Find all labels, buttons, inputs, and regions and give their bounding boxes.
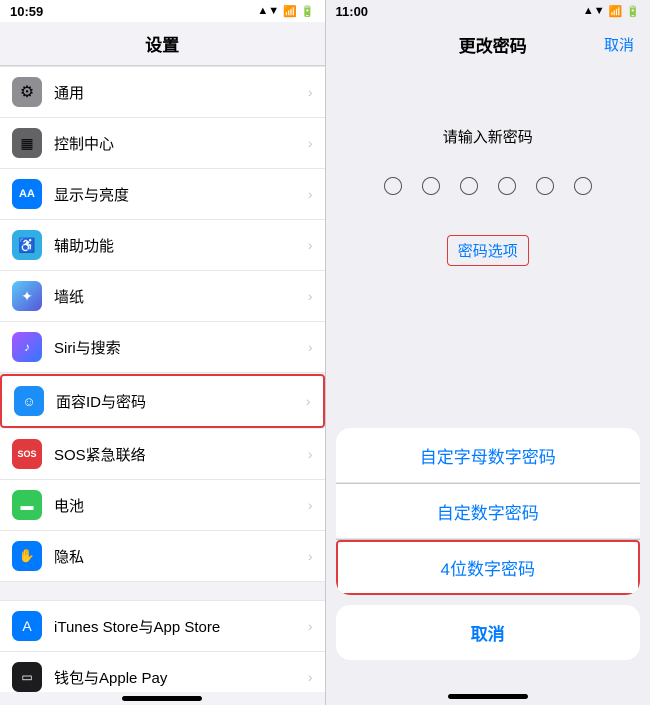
settings-item-control[interactable]: ▦ 控制中心 › — [0, 118, 325, 169]
right-signal-icon: ▲▼ — [583, 5, 605, 18]
settings-item-display[interactable]: AA 显示与亮度 › — [0, 169, 325, 220]
dot-5 — [536, 177, 554, 195]
left-status-bar: 10:59 ▲▼ 📶 🔋 — [0, 0, 325, 22]
siri-icon: ♪ — [12, 332, 42, 362]
dot-4 — [498, 177, 516, 195]
settings-item-privacy[interactable]: ✋ 隐私 › — [0, 531, 325, 582]
right-cancel-button[interactable]: 取消 — [604, 34, 634, 55]
settings-item-battery[interactable]: ▬ 电池 › — [0, 480, 325, 531]
wallet-icon: ▭ — [12, 662, 42, 692]
wifi-icon: 📶 — [283, 5, 297, 18]
settings-group-2: A iTunes Store与App Store › ▭ 钱包与Apple Pa… — [0, 600, 325, 692]
battery-label: 电池 — [54, 495, 308, 516]
action-custom-alpha[interactable]: 自定字母数字密码 — [336, 428, 641, 483]
action-sheet-main: 自定字母数字密码 自定数字密码 4位数字密码 — [336, 428, 641, 595]
dot-3 — [460, 177, 478, 195]
signal-icon: ▲▼ — [257, 5, 279, 17]
left-home-indicator — [122, 696, 202, 701]
right-wifi-icon: 📶 — [609, 5, 623, 18]
action-sheet: 自定字母数字密码 自定数字密码 4位数字密码 取消 — [336, 428, 641, 660]
privacy-chevron: › — [308, 548, 313, 564]
action-4digit[interactable]: 4位数字密码 — [336, 540, 641, 595]
battery-icon: 🔋 — [301, 5, 315, 18]
sos-chevron: › — [308, 446, 313, 462]
privacy-icon: ✋ — [12, 541, 42, 571]
wallet-label: 钱包与Apple Pay — [54, 667, 308, 688]
right-nav-title: 更改密码 — [459, 32, 527, 57]
action-4digit-label: 4位数字密码 — [441, 555, 535, 580]
wallpaper-chevron: › — [308, 288, 313, 304]
control-chevron: › — [308, 135, 313, 151]
display-chevron: › — [308, 186, 313, 202]
settings-item-wallet[interactable]: ▭ 钱包与Apple Pay › — [0, 652, 325, 692]
battery-icon-item: ▬ — [12, 490, 42, 520]
wallpaper-label: 墙纸 — [54, 286, 308, 307]
appstore-chevron: › — [308, 618, 313, 634]
general-icon: ⚙ — [12, 77, 42, 107]
wallpaper-icon: ✦ — [12, 281, 42, 311]
right-home-indicator — [448, 694, 528, 699]
right-battery-icon: 🔋 — [626, 5, 640, 18]
action-custom-alpha-label: 自定字母数字密码 — [420, 443, 556, 468]
passcode-dots — [384, 177, 592, 195]
privacy-label: 隐私 — [54, 546, 308, 567]
accessibility-chevron: › — [308, 237, 313, 253]
action-cancel-button[interactable]: 取消 — [336, 605, 641, 660]
settings-group-1: ⚙ 通用 › ▦ 控制中心 › AA 显示与亮度 › ♿ 辅助功能 › ✦ 墙纸 — [0, 66, 325, 582]
appstore-label: iTunes Store与App Store — [54, 616, 308, 637]
right-status-icons: ▲▼ 📶 🔋 — [583, 5, 640, 18]
right-panel: 11:00 ▲▼ 📶 🔋 更改密码 取消 请输入新密码 密码选项 自定字母数字 — [326, 0, 650, 705]
passcode-prompt-area: 请输入新密码 密码选项 自定字母数字密码 自定数字密码 4位数字 — [326, 66, 650, 690]
left-time: 10:59 — [10, 4, 43, 19]
settings-item-faceid[interactable]: ☺ 面容ID与密码 › — [0, 374, 325, 428]
sos-icon: SOS — [12, 439, 42, 469]
control-label: 控制中心 — [54, 133, 308, 154]
right-nav-bar: 更改密码 取消 — [326, 22, 650, 66]
faceid-chevron: › — [306, 393, 311, 409]
control-icon: ▦ — [12, 128, 42, 158]
display-label: 显示与亮度 — [54, 184, 308, 205]
faceid-icon: ☺ — [14, 386, 44, 416]
siri-label: Siri与搜索 — [54, 337, 308, 358]
passcode-options-button[interactable]: 密码选项 — [447, 235, 529, 266]
accessibility-icon: ♿ — [12, 230, 42, 260]
right-status-bar: 11:00 ▲▼ 📶 🔋 — [326, 0, 650, 22]
group-divider-1 — [0, 582, 325, 600]
action-custom-numeric[interactable]: 自定数字密码 — [336, 484, 641, 539]
display-icon: AA — [12, 179, 42, 209]
settings-item-general[interactable]: ⚙ 通用 › — [0, 66, 325, 118]
general-label: 通用 — [54, 82, 308, 103]
dot-6 — [574, 177, 592, 195]
left-nav-bar: 设置 — [0, 22, 325, 66]
sos-label: SOS紧急联络 — [54, 444, 308, 465]
accessibility-label: 辅助功能 — [54, 235, 308, 256]
settings-item-appstore[interactable]: A iTunes Store与App Store › — [0, 600, 325, 652]
settings-item-wallpaper[interactable]: ✦ 墙纸 › — [0, 271, 325, 322]
battery-chevron: › — [308, 497, 313, 513]
general-chevron: › — [308, 84, 313, 100]
settings-item-accessibility[interactable]: ♿ 辅助功能 › — [0, 220, 325, 271]
dot-2 — [422, 177, 440, 195]
right-time: 11:00 — [336, 4, 369, 19]
settings-list: ⚙ 通用 › ▦ 控制中心 › AA 显示与亮度 › ♿ 辅助功能 › ✦ 墙纸 — [0, 66, 325, 692]
settings-item-siri[interactable]: ♪ Siri与搜索 › — [0, 322, 325, 373]
left-panel: 10:59 ▲▼ 📶 🔋 设置 ⚙ 通用 › ▦ 控制中心 › AA 显示 — [0, 0, 325, 705]
dot-1 — [384, 177, 402, 195]
wallet-chevron: › — [308, 669, 313, 685]
left-nav-title: 设置 — [145, 31, 179, 56]
left-status-icons: ▲▼ 📶 🔋 — [257, 5, 314, 18]
siri-chevron: › — [308, 339, 313, 355]
faceid-label: 面容ID与密码 — [56, 391, 306, 412]
action-custom-numeric-label: 自定数字密码 — [437, 499, 539, 524]
appstore-icon: A — [12, 611, 42, 641]
prompt-text: 请输入新密码 — [443, 126, 533, 147]
settings-item-sos[interactable]: SOS SOS紧急联络 › — [0, 429, 325, 480]
